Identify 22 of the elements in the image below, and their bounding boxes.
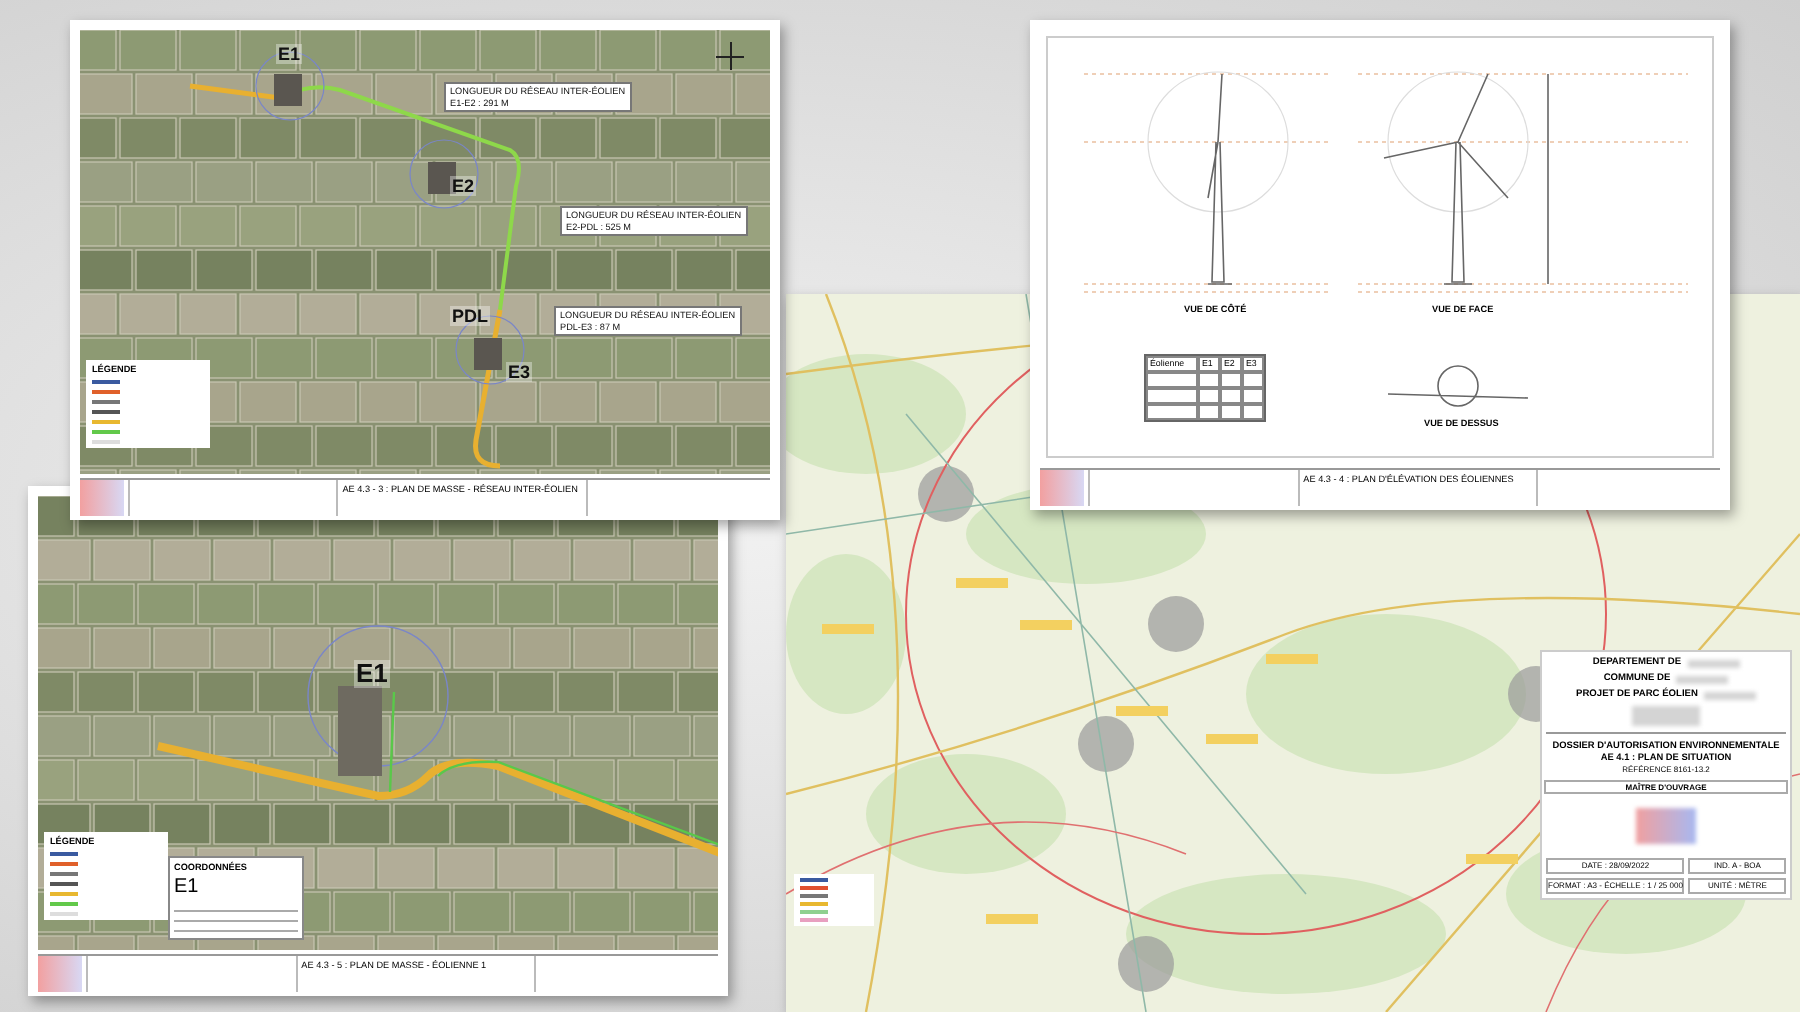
redacted-text [1676, 675, 1729, 683]
turbine-id: E1 [174, 876, 201, 898]
redacted-logo-icon [1636, 808, 1696, 844]
place-label-tag [1116, 706, 1168, 716]
place-label-tag [956, 578, 1008, 588]
redacted-text [1687, 659, 1740, 667]
turbine-label: E2 [450, 176, 477, 196]
place-label-tag [822, 624, 874, 634]
redacted-text [1632, 706, 1700, 726]
logo-icon [80, 480, 124, 516]
turbine-label: E1 [354, 660, 390, 688]
turbine-label: E1 [276, 44, 303, 64]
place-label-tag [986, 914, 1038, 924]
place-label-tag [1020, 620, 1072, 630]
logo-icon [38, 956, 82, 992]
place-label-tag [1266, 654, 1318, 664]
redacted-text [1703, 691, 1756, 699]
place-label-tag [1466, 854, 1518, 864]
turbine-label: PDL [450, 306, 490, 326]
turbine-label: E3 [506, 362, 533, 382]
place-label-tag [1206, 734, 1258, 744]
logo-icon [1040, 470, 1084, 506]
